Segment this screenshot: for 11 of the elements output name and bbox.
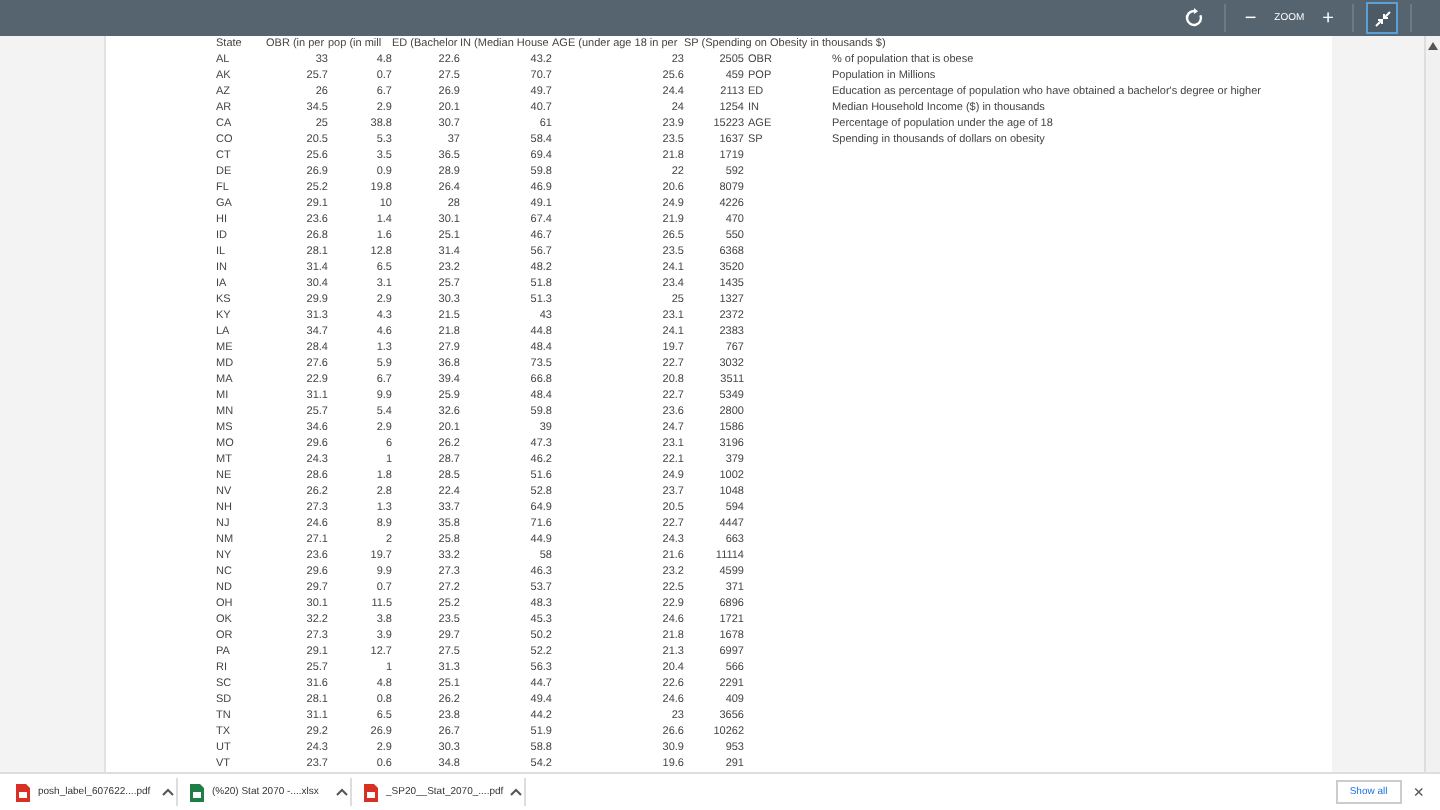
zoom-in-button[interactable]: +: [1316, 7, 1340, 29]
scrollbar[interactable]: [1424, 36, 1440, 772]
caret-icon[interactable]: [336, 788, 348, 796]
collapse-button[interactable]: [1366, 2, 1398, 34]
close-button[interactable]: ×: [1409, 782, 1428, 802]
scroll-up-icon[interactable]: [1428, 42, 1438, 50]
caret-icon[interactable]: [162, 788, 174, 796]
caret-icon[interactable]: [510, 788, 522, 796]
reload-icon[interactable]: [1184, 8, 1205, 28]
collapse-icon: [1373, 9, 1391, 27]
zoom-out-button[interactable]: −: [1238, 7, 1263, 29]
